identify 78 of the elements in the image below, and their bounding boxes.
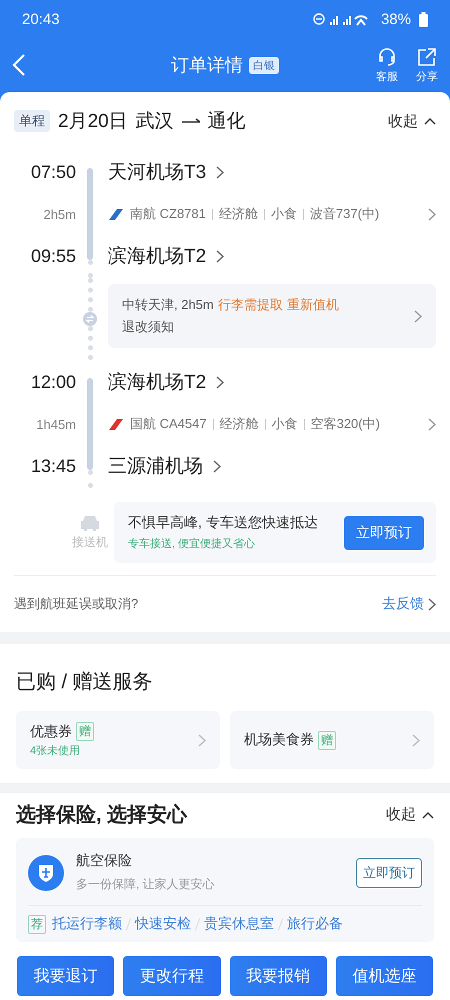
chevron-icon xyxy=(428,418,436,430)
service-name: 机场美食券 赠 xyxy=(244,730,412,750)
recommend-link[interactable]: 贵宾休息室 xyxy=(204,915,274,933)
flight-detail-text: 波音737(中) xyxy=(310,205,380,223)
time-text: 12:00 xyxy=(30,372,76,392)
headset-icon xyxy=(376,46,398,66)
shield-plane-icon xyxy=(28,854,64,890)
section-title: 选择保险, 选择安心 xyxy=(16,802,188,828)
action-button[interactable]: 我要退订 xyxy=(17,956,114,996)
car-service-label: 接送机 xyxy=(72,534,108,551)
chevron-icon xyxy=(414,310,422,322)
section-title: 已购 / 赠送服务 xyxy=(16,670,154,695)
promo-headline: 不惧早高峰, 专车送您快速抵达 xyxy=(128,514,319,532)
page-title: 订单详情 xyxy=(171,54,243,77)
destination-city: 通化 xyxy=(208,110,246,134)
origin-city: 武汉 xyxy=(136,110,174,134)
chevron-icon xyxy=(198,734,206,746)
service-subtext: 4张未使用 xyxy=(30,744,82,758)
book-button[interactable]: 立即预订 xyxy=(344,516,424,550)
status-time: 20:43 xyxy=(22,10,60,28)
flight-detail-text: 经济舱 xyxy=(220,415,259,433)
chevron-icon xyxy=(216,250,224,262)
chevron-icon xyxy=(428,208,436,220)
collapse-button[interactable]: 收起 xyxy=(388,112,436,130)
member-badge: 白银 xyxy=(249,56,279,74)
nav-action[interactable]: 分享 xyxy=(416,46,438,84)
service-card[interactable]: 机场美食券 赠 xyxy=(230,711,434,769)
insurance-name: 航空保险 xyxy=(76,852,133,870)
battery-text: 38% xyxy=(380,10,411,28)
time-text: 13:45 xyxy=(30,456,76,476)
duration-text: 2h5m xyxy=(42,206,76,222)
time-text: 07:50 xyxy=(30,162,76,182)
feedback-link[interactable]: 去反馈 xyxy=(382,595,436,613)
back-icon[interactable] xyxy=(12,53,26,77)
transfer-icon xyxy=(83,312,97,326)
action-button[interactable]: 更改行程 xyxy=(123,956,220,996)
service-name: 优惠券 赠 xyxy=(30,722,198,741)
transfer-info-text: 中转天津, 2h5m 行李需提取 重新值机 xyxy=(122,296,340,314)
flight-detail-text: 小食 xyxy=(270,205,297,223)
service-card[interactable]: 优惠券 赠 4张未使用 xyxy=(16,711,220,769)
trip-date: 2月20日 xyxy=(58,110,128,134)
collapse-button[interactable]: 收起 xyxy=(386,805,434,824)
airport-link[interactable]: 三源浦机场 xyxy=(104,453,221,479)
action-button[interactable]: 我要报销 xyxy=(230,956,327,996)
recommend-link[interactable]: 旅行必备 xyxy=(287,915,343,933)
feedback-question: 遇到航班延误或取消? xyxy=(14,595,138,613)
chevron-icon xyxy=(213,460,221,472)
flight-detail-text: 经济舱 xyxy=(218,205,258,223)
transfer-card[interactable]: 中转天津, 2h5m 行李需提取 重新值机 退改须知 xyxy=(108,284,436,348)
dotted-line xyxy=(88,470,92,488)
recommend-tag: 荐 xyxy=(28,914,46,934)
share-icon xyxy=(416,46,438,66)
chevron-icon xyxy=(216,376,224,388)
trip-type-tag: 单程 xyxy=(14,110,50,132)
rules-text: 退改须知 xyxy=(122,318,175,336)
flight-detail-text: 国航 CA4547 xyxy=(130,415,207,433)
flight-detail-text: 南航 CZ8781 xyxy=(130,205,206,223)
route-line-icon xyxy=(182,118,200,124)
insurance-description: 多一份保障, 让家人更安心 xyxy=(76,876,216,893)
chevron-icon xyxy=(412,734,420,746)
chevron-up-icon xyxy=(422,810,434,818)
flight-detail-text: 空客320(中) xyxy=(310,415,380,433)
airport-link[interactable]: 滨海机场T2 xyxy=(104,369,224,395)
chevron-icon xyxy=(216,166,224,178)
book-button[interactable]: 立即预订 xyxy=(356,858,422,888)
flight-detail-text: 小食 xyxy=(272,415,298,433)
airport-link[interactable]: 天河机场T3 xyxy=(104,159,224,185)
chevron-icon xyxy=(428,598,436,610)
duration-text: 1h45m xyxy=(35,416,76,432)
promo-subtext: 专车接送, 便宜便捷又省心 xyxy=(128,536,256,551)
battery-icon xyxy=(419,12,428,26)
action-button[interactable]: 值机选座 xyxy=(336,956,433,996)
time-text: 09:55 xyxy=(30,246,76,266)
chevron-up-icon xyxy=(424,117,436,125)
nav-action[interactable]: 客服 xyxy=(376,46,398,84)
airport-link[interactable]: 滨海机场T2 xyxy=(104,243,224,269)
recommend-link[interactable]: 托运行李额 xyxy=(52,915,122,933)
recommend-link[interactable]: 快速安检 xyxy=(135,915,191,933)
